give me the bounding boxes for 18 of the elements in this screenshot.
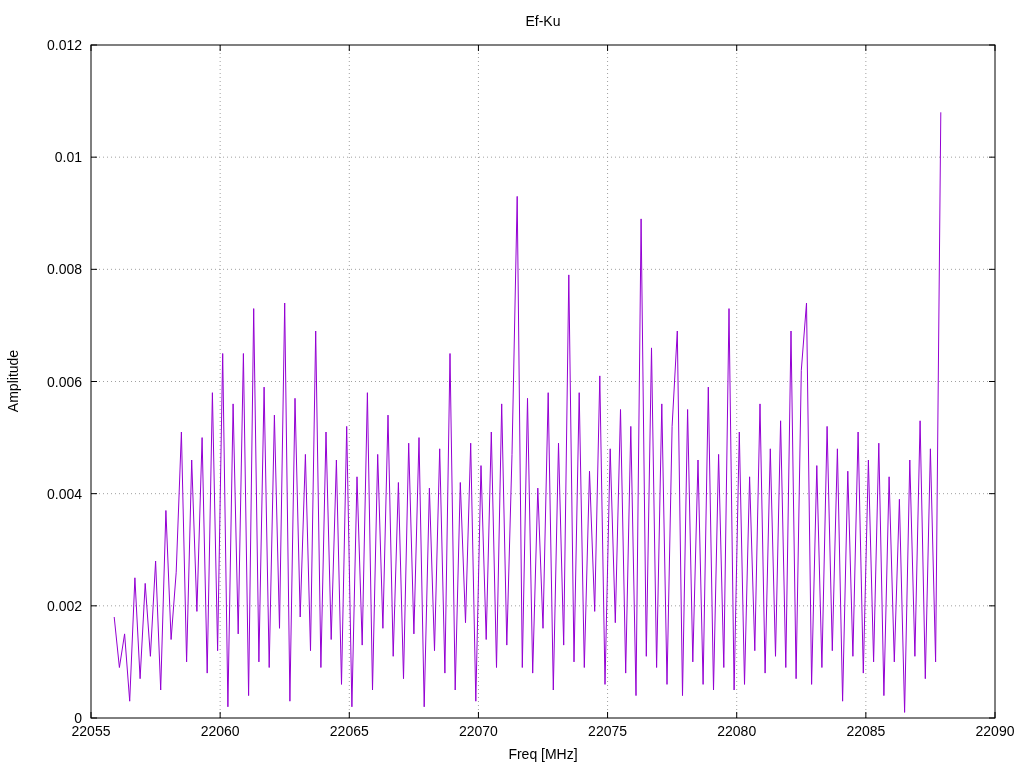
tick-label: 22080 xyxy=(717,723,757,739)
tick-label: 0.006 xyxy=(46,373,82,390)
tick-label: 22055 xyxy=(71,723,111,739)
chart-title: Ef-Ku xyxy=(525,13,561,29)
tick-label: 0.008 xyxy=(46,261,82,278)
tick-label: 0 xyxy=(74,710,82,726)
tick-label: 22065 xyxy=(329,723,369,739)
x-axis-label: Freq [MHz] xyxy=(508,746,578,762)
tick-label: 0.012 xyxy=(46,37,82,53)
tick-label: 0.01 xyxy=(54,149,82,166)
y-axis-label: Amplitude xyxy=(5,349,21,413)
tick-label: 22060 xyxy=(200,723,240,739)
tick-label: 22085 xyxy=(846,723,886,739)
tick-label: 0.002 xyxy=(46,597,82,614)
tick-label: 0.004 xyxy=(46,485,82,502)
tick-label: 22090 xyxy=(975,723,1015,739)
tick-label: 22075 xyxy=(588,723,628,739)
tick-label: 22070 xyxy=(458,723,498,739)
